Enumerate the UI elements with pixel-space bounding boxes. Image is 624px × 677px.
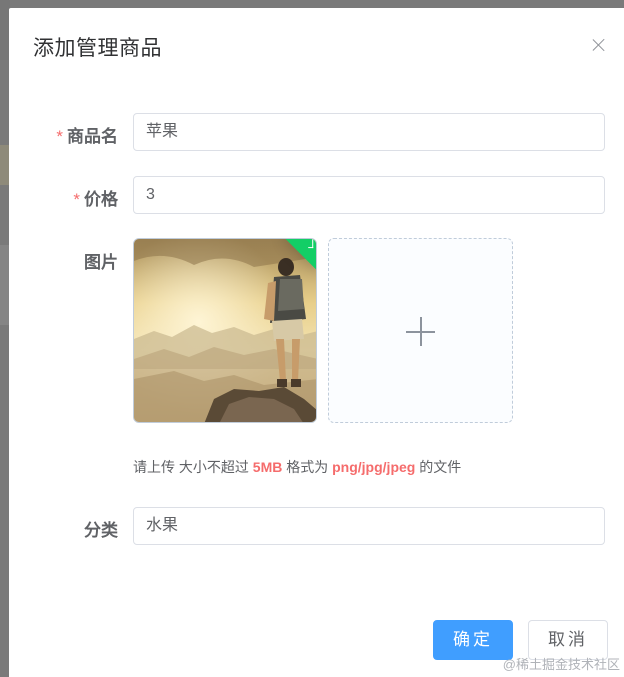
hiker-photo bbox=[134, 239, 316, 422]
category-input[interactable]: 水果 bbox=[133, 507, 605, 545]
image-label: 图片 bbox=[84, 253, 118, 272]
dialog-title: 添加管理商品 bbox=[33, 37, 162, 60]
close-icon[interactable] bbox=[590, 36, 608, 54]
tip-middle: 格式为 bbox=[286, 459, 329, 475]
tip-suffix: 的文件 bbox=[419, 459, 462, 475]
upload-add-button[interactable] bbox=[328, 238, 513, 423]
tip-formats: png/jpg/jpeg bbox=[332, 459, 416, 475]
uploaded-image-thumbnail[interactable] bbox=[133, 238, 317, 423]
required-mark: * bbox=[56, 127, 63, 146]
tip-prefix: 请上传 大小不超过 bbox=[133, 459, 249, 475]
price-label: * 价格 bbox=[73, 185, 118, 210]
add-product-dialog: 添加管理商品 * 商品名 苹果 * 价格 3 图片 请上传 大小不超过 5MB … bbox=[9, 8, 624, 677]
check-icon bbox=[308, 239, 314, 249]
product-name-label: * 商品名 bbox=[56, 122, 118, 147]
product-name-input[interactable]: 苹果 bbox=[133, 113, 605, 151]
watermark: @稀土掘金技术社区 bbox=[502, 657, 620, 672]
required-mark: * bbox=[73, 190, 80, 209]
price-label-text: 价格 bbox=[84, 190, 118, 209]
category-label: 分类 bbox=[84, 521, 118, 540]
upload-tip: 请上传 大小不超过 5MB 格式为 png/jpg/jpeg 的文件 bbox=[133, 457, 461, 477]
price-input[interactable]: 3 bbox=[133, 176, 605, 214]
plus-icon-vertical bbox=[420, 317, 422, 346]
product-name-label-text: 商品名 bbox=[67, 127, 118, 146]
tip-size: 5MB bbox=[252, 459, 283, 475]
confirm-button[interactable]: 确定 bbox=[433, 620, 513, 660]
